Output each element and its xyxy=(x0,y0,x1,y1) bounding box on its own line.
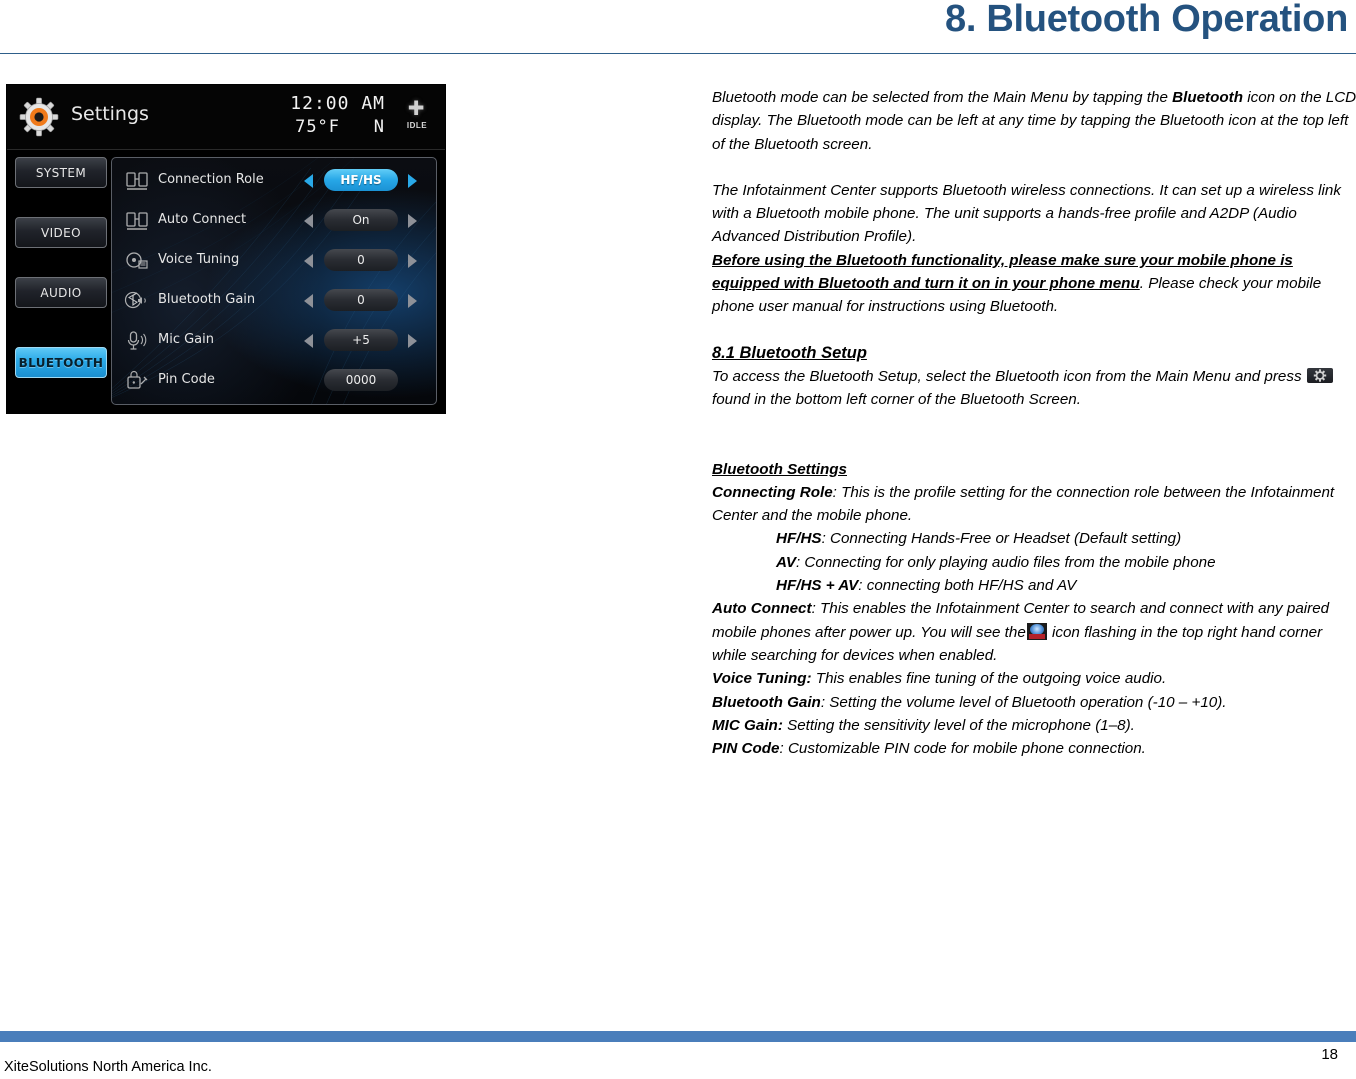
decrement-arrow-icon[interactable] xyxy=(304,214,313,228)
side-button-bluetooth[interactable]: BLUETOOTH xyxy=(15,347,107,378)
decrement-arrow-icon[interactable] xyxy=(304,334,313,348)
setup-text-a: To access the Bluetooth Setup, select th… xyxy=(712,367,1306,385)
device-temp-gear: 75°F N xyxy=(295,117,385,137)
settings-row-value[interactable]: On xyxy=(324,209,398,231)
settings-row-mic-gain[interactable]: Mic Gain +5 xyxy=(112,322,436,361)
paragraph-intro: Bluetooth mode can be selected from the … xyxy=(712,86,1356,156)
bluetooth-gain-label: Bluetooth Gain xyxy=(712,693,821,711)
settings-row-label: Pin Code xyxy=(158,372,215,387)
settings-row-connection-role[interactable]: Connection Role HF/HS xyxy=(112,162,436,201)
paragraph-connecting-role: Connecting Role: This is the profile set… xyxy=(712,481,1356,528)
header-divider xyxy=(0,53,1356,54)
role-option-name: HF/HS xyxy=(776,530,822,548)
device-settings-panel: Connection Role HF/HS Auto Connect On Vo… xyxy=(111,157,437,405)
settings-row-label: Connection Role xyxy=(158,172,264,187)
paragraph-warning: Before using the Bluetooth functionality… xyxy=(712,249,1356,319)
device-side-nav: SYSTEM VIDEO AUDIO BLUETOOTH xyxy=(15,157,111,407)
increment-arrow-icon[interactable] xyxy=(408,174,417,188)
bluetooth-gain-text: : Setting the volume level of Bluetooth … xyxy=(820,693,1227,711)
settings-row-auto-connect[interactable]: Auto Connect On xyxy=(112,202,436,241)
role-option-hfhs-av: HF/HS + AV: connecting both HF/HS and AV xyxy=(712,574,1356,597)
auto-connect-icon xyxy=(124,208,150,234)
paragraph-infotainment: The Infotainment Center supports Bluetoo… xyxy=(712,181,1341,246)
decrement-arrow-icon[interactable] xyxy=(304,174,313,188)
device-screenshot-figure: Settings 12:00 AM 75°F N 🞦 IDLE SYSTEM V… xyxy=(6,84,446,414)
settings-row-label: Auto Connect xyxy=(158,212,247,227)
device-temperature: 75°F xyxy=(295,117,341,137)
pin-code-icon xyxy=(124,368,150,394)
paragraph-bluetooth-gain: Bluetooth Gain: Setting the volume level… xyxy=(712,691,1356,714)
settings-row-value[interactable]: 0000 xyxy=(324,369,398,391)
settings-row-label: Bluetooth Gain xyxy=(158,292,256,307)
increment-arrow-icon[interactable] xyxy=(408,334,417,348)
settings-row-label: Mic Gain xyxy=(158,332,214,347)
setup-text-b: found in the bottom left corner of the B… xyxy=(712,391,1081,409)
settings-row-pin-code[interactable]: Pin Code 0000 xyxy=(112,362,436,401)
settings-row-bluetooth-gain[interactable]: Bluetooth Gain 0 xyxy=(112,282,436,321)
role-option-desc: : connecting both HF/HS and AV xyxy=(858,577,1077,595)
footer-divider-bar xyxy=(0,1031,1356,1042)
side-button-audio[interactable]: AUDIO xyxy=(15,277,107,308)
para1-bold-bluetooth: Bluetooth xyxy=(1172,89,1243,106)
decrement-arrow-icon[interactable] xyxy=(304,254,313,268)
footer-page-number: 18 xyxy=(1321,1046,1338,1063)
role-option-desc: : Connecting Hands-Free or Headset (Defa… xyxy=(821,530,1182,548)
paragraph-pin-code: PIN Code: Customizable PIN code for mobi… xyxy=(712,737,1356,760)
bluetooth-icon: 🞦 IDLE xyxy=(393,95,441,143)
role-option-name: HF/HS + AV xyxy=(776,577,859,595)
role-option-name: AV xyxy=(776,553,796,571)
side-button-system[interactable]: SYSTEM xyxy=(15,157,107,188)
device-status-bar: Settings 12:00 AM 75°F N 🞦 IDLE xyxy=(7,85,445,150)
voice-tuning-text: This enables fine tuning of the outgoing… xyxy=(811,670,1167,688)
page-title: 8. Bluetooth Operation xyxy=(945,0,1348,40)
device-app-title: Settings xyxy=(71,103,149,125)
footer-company-name: XiteSolutions North America Inc. xyxy=(4,1059,212,1075)
mic-gain-text: Setting the sensitivity level of the mic… xyxy=(782,716,1135,734)
settings-row-voice-tuning[interactable]: Voice Tuning 0 xyxy=(112,242,436,281)
paragraph-voice-tuning: Voice Tuning: This enables fine tuning o… xyxy=(712,667,1356,690)
connecting-role-label: Connecting Role xyxy=(712,483,833,501)
side-button-video[interactable]: VIDEO xyxy=(15,217,107,248)
auto-connect-label: Auto Connect xyxy=(712,600,812,618)
settings-row-value[interactable]: +5 xyxy=(324,329,398,351)
settings-row-value[interactable]: 0 xyxy=(324,289,398,311)
bluetooth-glyph: 🞦 xyxy=(407,95,427,120)
device-gear-position: N xyxy=(373,117,385,137)
settings-row-value[interactable]: 0 xyxy=(324,249,398,271)
para1-part-a: Bluetooth mode can be selected from the … xyxy=(712,89,1173,106)
bluetooth-search-bar xyxy=(1028,633,1045,639)
increment-arrow-icon[interactable] xyxy=(408,294,417,308)
paragraph-auto-connect: Auto Connect: This enables the Infotainm… xyxy=(712,597,1356,667)
bluetooth-search-icon xyxy=(1026,622,1047,640)
settings-row-value[interactable]: HF/HS xyxy=(324,169,398,191)
connection-role-icon xyxy=(124,168,150,194)
settings-row-label: Voice Tuning xyxy=(158,252,240,267)
section-heading-8-1: 8.1 Bluetooth Setup xyxy=(712,343,867,362)
paragraph-setup-access: To access the Bluetooth Setup, select th… xyxy=(712,365,1356,412)
increment-arrow-icon[interactable] xyxy=(408,254,417,268)
mic-gain-label: MIC Gain: xyxy=(712,716,783,734)
bluetooth-gain-icon xyxy=(124,288,150,314)
decrement-arrow-icon[interactable] xyxy=(304,294,313,308)
voice-tuning-icon xyxy=(124,248,150,274)
mic-gain-icon xyxy=(124,328,150,354)
pin-code-text: : Customizable PIN code for mobile phone… xyxy=(779,740,1146,758)
bluetooth-status-label: IDLE xyxy=(406,121,428,130)
paragraph-mic-gain: MIC Gain: Setting the sensitivity level … xyxy=(712,714,1356,737)
settings-gear-icon xyxy=(19,97,59,137)
device-clock: 12:00 AM xyxy=(290,93,385,114)
subheading-bluetooth-settings: Bluetooth Settings xyxy=(712,460,847,478)
role-option-hfhs: HF/HS: Connecting Hands-Free or Headset … xyxy=(712,527,1356,550)
pin-code-label: PIN Code xyxy=(712,740,780,758)
role-option-av: AV: Connecting for only playing audio fi… xyxy=(712,551,1356,574)
gear-button-icon xyxy=(1306,367,1333,383)
role-option-desc: : Connecting for only playing audio file… xyxy=(795,553,1216,571)
document-body: Bluetooth mode can be selected from the … xyxy=(712,86,1356,760)
voice-tuning-label: Voice Tuning: xyxy=(712,670,812,688)
increment-arrow-icon[interactable] xyxy=(408,214,417,228)
page-header: 8. Bluetooth Operation xyxy=(0,0,1356,56)
